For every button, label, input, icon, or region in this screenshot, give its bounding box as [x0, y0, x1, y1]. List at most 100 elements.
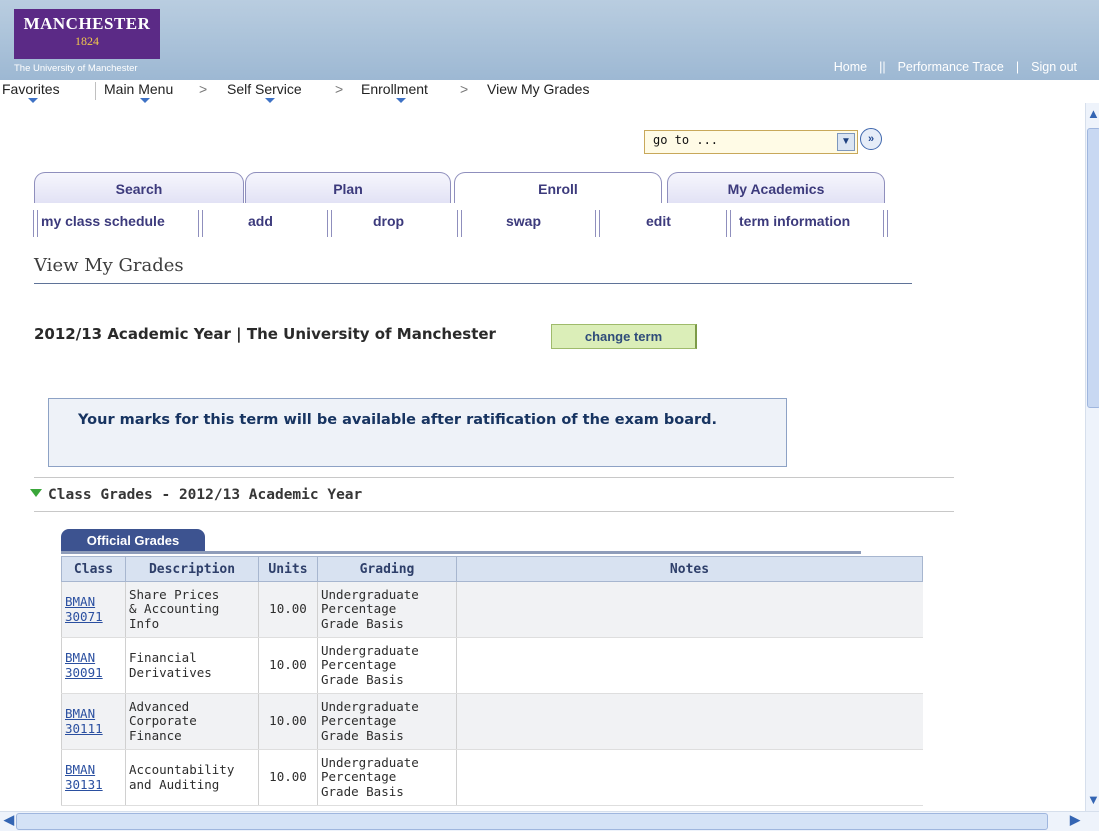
grades-table: Class Description Units Grading Notes BM…	[61, 556, 923, 806]
class-link[interactable]: BMAN 30091	[65, 650, 103, 680]
section-divider	[34, 511, 954, 512]
description-line: Info	[129, 615, 160, 631]
chevron-down-icon[interactable]	[28, 98, 38, 103]
subtab-term-information[interactable]: term information	[739, 213, 850, 229]
description-line: Finance	[129, 727, 182, 743]
column-header-units: Units	[258, 556, 318, 582]
link-separator: ||	[879, 60, 886, 74]
description-line: Advanced	[129, 698, 190, 714]
grading-line: Undergraduate	[321, 754, 419, 770]
class-subject[interactable]: BMAN	[65, 650, 95, 665]
units-cell: 10.00	[258, 637, 318, 694]
class-number[interactable]: 30071	[65, 609, 103, 624]
grading-cell: Undergraduate Percentage Grade Basis	[317, 581, 457, 638]
class-number[interactable]: 30111	[65, 721, 103, 736]
units-cell: 10.00	[258, 581, 318, 638]
logo-name: MANCHESTER	[23, 14, 151, 33]
grading-line: Percentage	[321, 713, 397, 729]
nav-main-menu[interactable]: Main Menu	[104, 81, 173, 97]
vertical-scroll-thumb[interactable]	[1087, 128, 1099, 408]
breadcrumb-separator: >	[199, 81, 208, 97]
description-cell: Financial Derivatives	[125, 637, 259, 694]
collapse-triangle-icon[interactable]	[30, 489, 42, 497]
university-logo[interactable]: MANCHESTER 1824	[14, 9, 160, 59]
class-link[interactable]: BMAN 30111	[65, 706, 103, 736]
units-cell: 10.00	[258, 693, 318, 750]
grading-line: Undergraduate	[321, 642, 419, 658]
grading-line: Percentage	[321, 657, 397, 673]
tab-enroll[interactable]: Enroll	[454, 172, 662, 203]
horizontal-scroll-thumb[interactable]	[16, 813, 1048, 830]
home-link[interactable]: Home	[834, 60, 867, 74]
class-subject[interactable]: BMAN	[65, 706, 95, 721]
tab-my-academics[interactable]: My Academics	[667, 172, 885, 203]
subtab-edit[interactable]: edit	[646, 213, 671, 229]
notes-cell	[456, 581, 923, 638]
tab-search[interactable]: Search	[34, 172, 244, 203]
scroll-left-icon[interactable]: ◀	[4, 812, 14, 828]
go-arrow-icon[interactable]: »	[860, 128, 882, 150]
scroll-up-icon[interactable]: ▲	[1087, 106, 1099, 121]
class-number[interactable]: 30131	[65, 777, 103, 792]
header-banner: MANCHESTER 1824 The University of Manche…	[0, 0, 1099, 80]
subtab-divider	[457, 210, 462, 237]
class-grades-section[interactable]: Class Grades - 2012/13 Academic Year	[30, 487, 362, 503]
description-line: and Auditing	[129, 776, 220, 792]
subtab-divider	[883, 210, 888, 237]
top-links: Home || Performance Trace | Sign out	[824, 60, 1087, 74]
nav-enrollment[interactable]: Enrollment	[361, 81, 428, 97]
change-term-button[interactable]: change term	[551, 324, 697, 349]
grading-line: Undergraduate	[321, 586, 419, 602]
notes-cell	[456, 637, 923, 694]
description-cell: Share Prices & Accounting Info	[125, 581, 259, 638]
subtab-add[interactable]: add	[248, 213, 273, 229]
notes-cell	[456, 749, 923, 806]
subtab-divider	[726, 210, 731, 237]
logo-year: 1824	[75, 34, 99, 48]
notice-text: Your marks for this term will be availab…	[78, 412, 718, 428]
description-line: Share Prices	[129, 586, 220, 602]
description-line: Corporate	[129, 713, 197, 729]
section-divider	[34, 477, 954, 478]
official-grades-tab[interactable]: Official Grades	[61, 529, 205, 551]
class-number[interactable]: 30091	[65, 665, 103, 680]
breadcrumb: Favorites Main Menu > Self Service > Enr…	[0, 80, 1099, 103]
logo-subtitle: The University of Manchester	[14, 63, 138, 74]
description-line: & Accounting	[129, 601, 220, 617]
nav-self-service[interactable]: Self Service	[227, 81, 302, 97]
description-cell: Advanced Corporate Finance	[125, 693, 259, 750]
subtab-drop[interactable]: drop	[373, 213, 404, 229]
sign-out-link[interactable]: Sign out	[1031, 60, 1077, 74]
grading-line: Percentage	[321, 769, 397, 785]
performance-trace-link[interactable]: Performance Trace	[898, 60, 1004, 74]
class-link[interactable]: BMAN 30071	[65, 594, 103, 624]
subtab-my-class-schedule[interactable]: my class schedule	[41, 213, 165, 229]
link-separator: |	[1015, 60, 1020, 74]
scroll-right-icon[interactable]: ▶	[1070, 812, 1080, 828]
grading-line: Grade Basis	[321, 671, 404, 687]
description-line: Derivatives	[129, 664, 212, 680]
grading-line: Grade Basis	[321, 727, 404, 743]
subtab-swap[interactable]: swap	[506, 213, 541, 229]
column-header-class: Class	[61, 556, 126, 582]
nav-favorites[interactable]: Favorites	[2, 81, 60, 97]
grading-cell: Undergraduate Percentage Grade Basis	[317, 749, 457, 806]
class-link[interactable]: BMAN 30131	[65, 762, 103, 792]
scroll-down-icon[interactable]: ▼	[1087, 792, 1099, 807]
tab-plan[interactable]: Plan	[245, 172, 451, 203]
description-line: Accountability	[129, 762, 235, 777]
chevron-down-icon[interactable]	[140, 98, 150, 103]
breadcrumb-separator: >	[335, 81, 344, 97]
goto-select[interactable]: go to ... ▼	[644, 130, 858, 154]
page-title: View My Grades	[34, 255, 184, 276]
class-subject[interactable]: BMAN	[65, 594, 95, 609]
section-title: Class Grades - 2012/13 Academic Year	[48, 487, 363, 503]
class-cell: BMAN 30091	[61, 637, 126, 694]
class-subject[interactable]: BMAN	[65, 762, 95, 777]
chevron-down-icon[interactable]: ▼	[837, 133, 855, 151]
description-line: Financial	[129, 650, 197, 665]
title-underline	[34, 283, 912, 284]
grading-cell: Undergraduate Percentage Grade Basis	[317, 693, 457, 750]
chevron-down-icon[interactable]	[396, 98, 406, 103]
chevron-down-icon[interactable]	[265, 98, 275, 103]
